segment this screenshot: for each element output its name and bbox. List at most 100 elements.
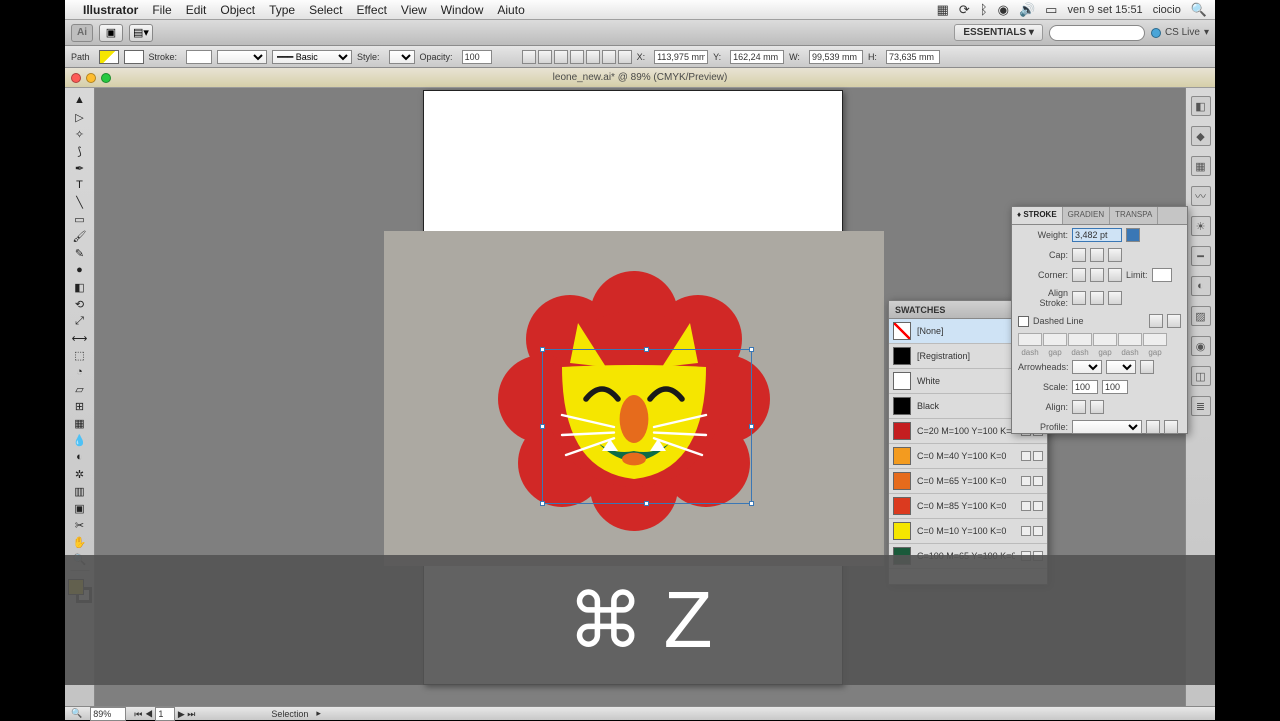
- cap-square[interactable]: [1108, 248, 1122, 262]
- brushes-panel-icon[interactable]: 〰: [1191, 186, 1211, 206]
- stroke-swatch[interactable]: [124, 50, 144, 64]
- pen-tool[interactable]: ✒: [69, 160, 91, 176]
- appearance-panel-icon[interactable]: ◉: [1191, 336, 1211, 356]
- zoom-icon[interactable]: 🔍: [71, 708, 82, 719]
- corner-round[interactable]: [1090, 268, 1104, 282]
- miter-limit-input[interactable]: [1152, 268, 1172, 282]
- arrow-swap[interactable]: [1140, 360, 1154, 374]
- profile-select[interactable]: [1072, 420, 1142, 434]
- menu-type[interactable]: Type: [269, 3, 295, 17]
- cslive-button[interactable]: CS Live ▾: [1151, 27, 1209, 38]
- corner-bevel[interactable]: [1108, 268, 1122, 282]
- magic-wand-tool[interactable]: ✧: [69, 126, 91, 142]
- profile-flip-v[interactable]: [1164, 420, 1178, 434]
- fill-swatch[interactable]: [99, 50, 119, 64]
- tab-stroke[interactable]: ♦ STROKE: [1012, 207, 1063, 224]
- rectangle-tool[interactable]: ▭: [69, 211, 91, 227]
- stroke-panel[interactable]: ♦ STROKE GRADIEN TRANSPA Weight: Cap: Co…: [1011, 206, 1188, 434]
- eraser-tool[interactable]: ◧: [69, 279, 91, 295]
- workspace-switcher[interactable]: ESSENTIALS ▾: [954, 24, 1043, 41]
- help-search-input[interactable]: [1049, 25, 1145, 41]
- color-guide-icon[interactable]: ◆: [1191, 126, 1211, 146]
- corner-miter[interactable]: [1072, 268, 1086, 282]
- type-tool[interactable]: T: [69, 177, 91, 193]
- swatch-row[interactable]: C=0 M=85 Y=100 K=0: [889, 494, 1047, 519]
- lion-artwork[interactable]: [474, 239, 794, 559]
- rotate-tool[interactable]: ⟲: [69, 296, 91, 312]
- mesh-tool[interactable]: ⊞: [69, 398, 91, 414]
- artboard-tool[interactable]: ▣: [69, 500, 91, 516]
- volume-icon[interactable]: 🔊: [1019, 2, 1035, 18]
- arrow-end[interactable]: [1106, 360, 1136, 374]
- zoom-input[interactable]: [90, 707, 126, 721]
- wifi-icon[interactable]: ◉: [998, 2, 1009, 18]
- scale-tool[interactable]: ⤢: [69, 313, 91, 329]
- spaces-icon[interactable]: ▦: [937, 2, 949, 18]
- transparency-panel-icon[interactable]: ▨: [1191, 306, 1211, 326]
- blend-tool[interactable]: ◐: [69, 449, 91, 465]
- stroke-weight-input[interactable]: [186, 50, 212, 64]
- w-input[interactable]: [809, 50, 863, 64]
- pencil-tool[interactable]: ✎: [69, 245, 91, 261]
- y-input[interactable]: [730, 50, 784, 64]
- spotlight-icon[interactable]: 🔍: [1191, 2, 1207, 18]
- bluetooth-icon[interactable]: ᛒ: [980, 2, 988, 17]
- brush-select[interactable]: [217, 50, 267, 64]
- graphic-styles-icon[interactable]: ◫: [1191, 366, 1211, 386]
- lasso-tool[interactable]: ⟆: [69, 143, 91, 159]
- stroke-weight-input[interactable]: [1072, 228, 1122, 242]
- arrow-scale-start[interactable]: [1072, 380, 1098, 394]
- line-tool[interactable]: ╲: [69, 194, 91, 210]
- shape-builder-tool[interactable]: ◔: [69, 364, 91, 380]
- width-tool[interactable]: ⟷: [69, 330, 91, 346]
- gradient-panel-icon[interactable]: ◐: [1191, 276, 1211, 296]
- symbols-panel-icon[interactable]: ☀: [1191, 216, 1211, 236]
- menu-select[interactable]: Select: [309, 3, 342, 17]
- arrow-start[interactable]: [1072, 360, 1102, 374]
- page-nav[interactable]: ⏮ ◀ ▶ ⏭: [134, 707, 195, 721]
- swatch-row[interactable]: C=0 M=65 Y=100 K=0: [889, 469, 1047, 494]
- swatches-panel-icon[interactable]: ▦: [1191, 156, 1211, 176]
- battery-icon[interactable]: ▭: [1045, 2, 1057, 18]
- hand-tool[interactable]: ✋: [69, 534, 91, 550]
- menu-window[interactable]: Window: [441, 3, 484, 17]
- graph-tool[interactable]: ▥: [69, 483, 91, 499]
- perspective-tool[interactable]: ▱: [69, 381, 91, 397]
- eyedropper-tool[interactable]: 💧: [69, 432, 91, 448]
- arrange-button[interactable]: ▤▾: [129, 24, 153, 42]
- align-inside[interactable]: [1090, 291, 1104, 305]
- align-outside[interactable]: [1108, 291, 1122, 305]
- paintbrush-tool[interactable]: 🖌: [69, 228, 91, 244]
- app-name[interactable]: Illustrator: [83, 3, 138, 17]
- profile-flip-h[interactable]: [1146, 420, 1160, 434]
- swatch-row[interactable]: C=0 M=40 Y=100 K=0: [889, 444, 1047, 469]
- gradient-tool[interactable]: ▦: [69, 415, 91, 431]
- menu-edit[interactable]: Edit: [186, 3, 207, 17]
- transform-icons[interactable]: [522, 50, 632, 64]
- tab-gradient[interactable]: GRADIEN: [1063, 207, 1110, 224]
- menu-object[interactable]: Object: [220, 3, 255, 17]
- menu-view[interactable]: View: [401, 3, 427, 17]
- cap-butt[interactable]: [1072, 248, 1086, 262]
- stroke-panel-icon[interactable]: ━: [1191, 246, 1211, 266]
- weight-stepper[interactable]: [1126, 228, 1140, 242]
- arrow-align-end[interactable]: [1090, 400, 1104, 414]
- timemachine-icon[interactable]: ⟳: [959, 2, 970, 18]
- window-controls[interactable]: [71, 73, 111, 83]
- menu-help[interactable]: Aiuto: [497, 3, 524, 17]
- menu-file[interactable]: File: [152, 3, 171, 17]
- blob-brush-tool[interactable]: ●: [69, 262, 91, 278]
- opacity-input[interactable]: [462, 50, 492, 64]
- dashed-checkbox[interactable]: [1018, 316, 1029, 327]
- slice-tool[interactable]: ✂: [69, 517, 91, 533]
- selection-tool[interactable]: ▲: [69, 92, 91, 108]
- arrow-scale-end[interactable]: [1102, 380, 1128, 394]
- x-input[interactable]: [654, 50, 708, 64]
- bridge-button[interactable]: ▣: [99, 24, 123, 42]
- menu-effect[interactable]: Effect: [356, 3, 386, 17]
- stroke-profile-select[interactable]: ━━━ Basic: [272, 50, 352, 64]
- symbol-sprayer-tool[interactable]: ✲: [69, 466, 91, 482]
- dash-preserve[interactable]: [1149, 314, 1163, 328]
- direct-selection-tool[interactable]: ▷: [69, 109, 91, 125]
- color-panel-icon[interactable]: ◧: [1191, 96, 1211, 116]
